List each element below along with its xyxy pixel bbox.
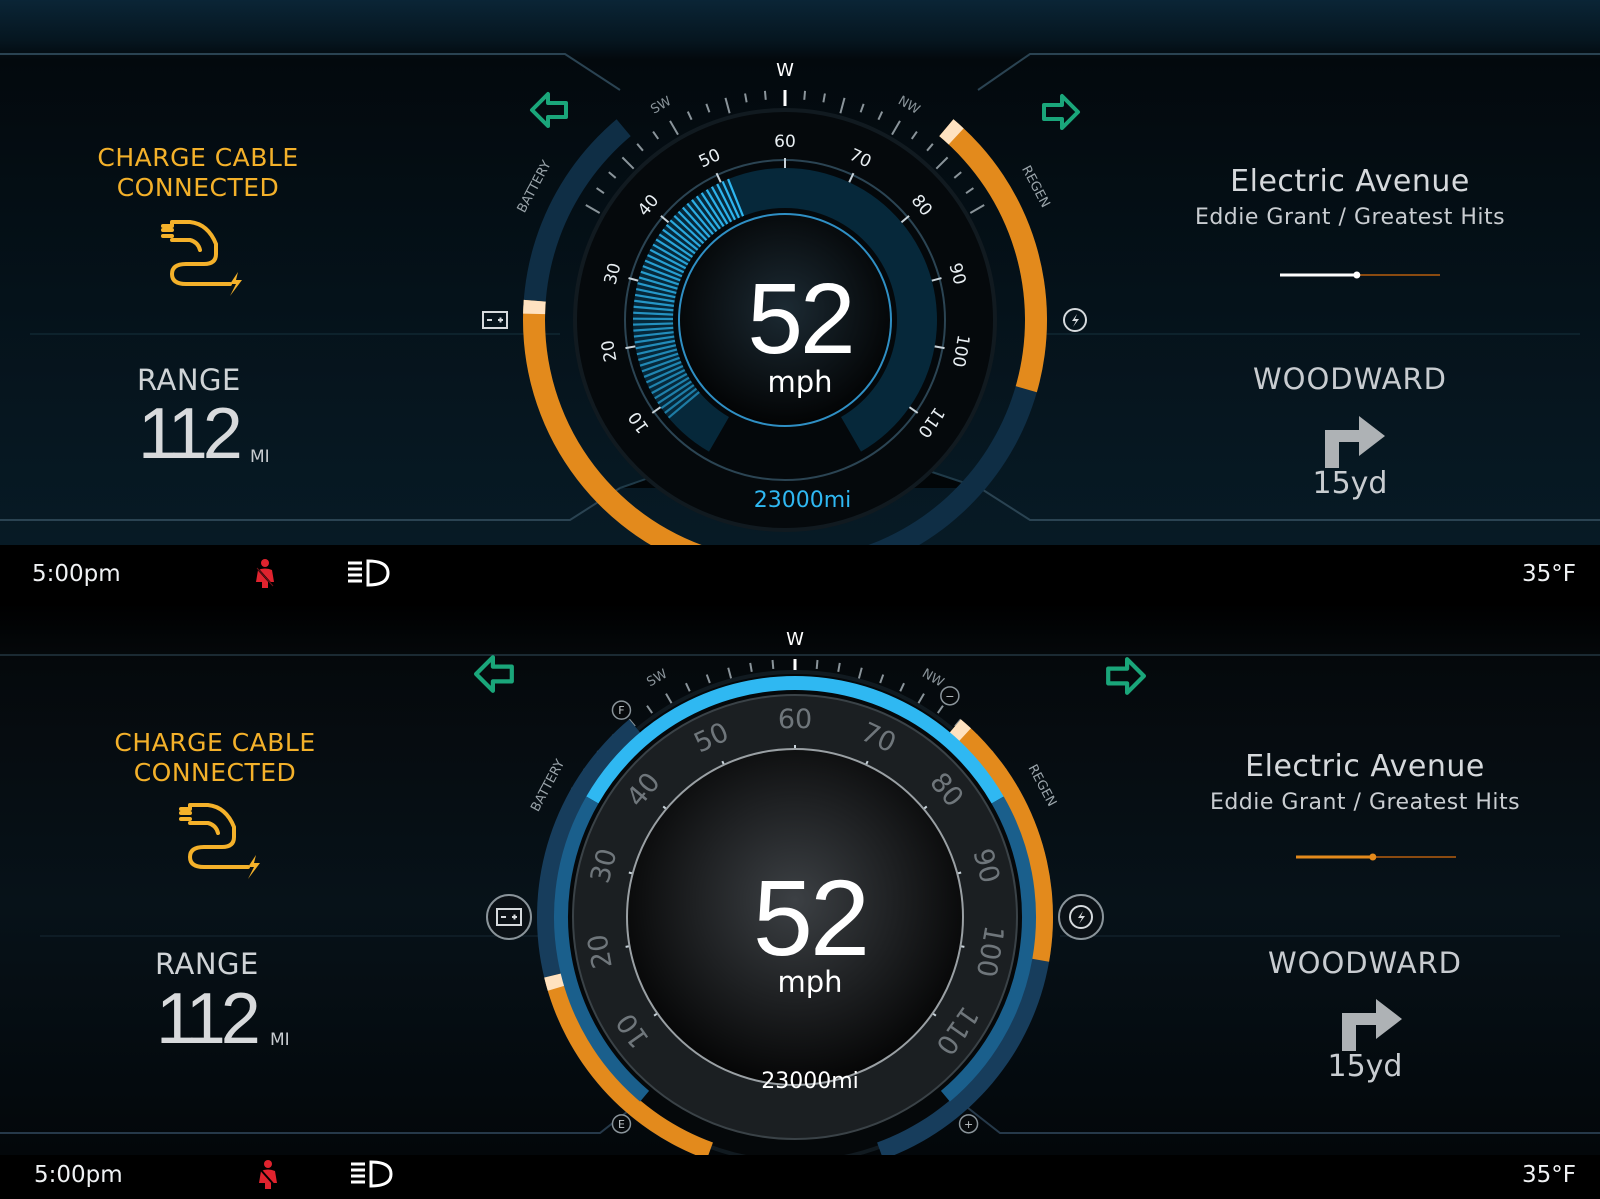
outside-temperature: 35°F <box>1522 1162 1576 1188</box>
compass-label: NW <box>895 94 922 118</box>
odometer: 23000mi <box>761 1069 859 1094</box>
meter-marker-label: E <box>618 1118 625 1131</box>
compass-tick <box>877 111 884 121</box>
compass-tick <box>705 674 711 684</box>
compass-tick <box>621 156 635 170</box>
regen-icon <box>1058 894 1104 940</box>
regen-label: REGEN <box>1025 762 1059 809</box>
meter-marker-label: + <box>964 1118 973 1131</box>
odometer: 23000mi <box>753 488 852 513</box>
battery-icon-signs <box>487 317 503 323</box>
speed-tick-label: 60 <box>774 132 796 152</box>
speed-sweep-segment <box>633 322 674 326</box>
compass-label: NW <box>919 666 946 690</box>
regen-icon-bolt <box>1072 314 1079 327</box>
status-bar-bottom: 5:00pm 35°F <box>0 1155 1600 1199</box>
compass-label: W <box>776 60 794 81</box>
compass-tick <box>585 204 601 214</box>
speed-readout: 52 <box>752 857 870 978</box>
compass-tick <box>771 659 775 670</box>
speed-tick-label: 20 <box>582 932 618 971</box>
battery-meter-tip <box>523 299 546 315</box>
compass-tick <box>899 682 905 692</box>
compass-tick <box>859 103 865 113</box>
compass-label: SW <box>644 667 670 691</box>
nav-distance: 15yd <box>1327 1049 1403 1084</box>
compass-tick <box>937 705 944 714</box>
nav-street-name: WOODWARD <box>1267 946 1463 980</box>
compass-tick <box>686 111 693 121</box>
media-artist-album: Eddie Grant / Greatest Hits <box>1209 790 1521 815</box>
compass-tick <box>822 93 826 103</box>
media-song-title: Electric Avenue <box>1245 749 1485 784</box>
cluster-bottom: CHARGE CABLE CONNECTED RANGE 112 MI W SW N… <box>0 603 1600 1164</box>
outside-temperature: 35°F <box>1522 561 1576 587</box>
meter-marker-label: − <box>945 690 954 703</box>
compass-tick <box>763 90 767 100</box>
media-song-title: Electric Avenue <box>1230 164 1470 199</box>
compass-tick <box>803 90 807 100</box>
compass-tick <box>724 97 731 114</box>
compass-tick <box>596 187 605 195</box>
nav-street-name: WOODWARD <box>1252 362 1448 396</box>
compass-tick <box>839 97 846 114</box>
headlight-icon <box>348 559 390 587</box>
battery-icon-ring <box>486 894 532 940</box>
battery-icon <box>486 894 532 940</box>
compass-tick <box>910 131 918 140</box>
compass-tick <box>669 120 679 136</box>
compass-tick <box>652 131 660 140</box>
speed-tick-label: 60 <box>778 704 812 735</box>
turn-right-icon <box>1342 999 1402 1051</box>
regen-icon <box>1063 308 1087 332</box>
compass-tick <box>749 662 753 672</box>
speed-tick-label: 20 <box>598 339 621 364</box>
compass-tick <box>837 662 841 672</box>
compass-tick <box>879 674 885 684</box>
compass-label: W <box>786 629 804 650</box>
compass-tick <box>705 103 711 113</box>
meter-marker-label: F <box>618 704 624 717</box>
nav-distance: 15yd <box>1312 466 1388 501</box>
speed-readout: 52 <box>747 263 855 375</box>
clock: 5:00pm <box>34 1162 123 1188</box>
compass-tick <box>965 187 974 195</box>
compass-tick <box>815 659 819 670</box>
clock: 5:00pm <box>32 561 121 587</box>
seatbelt-warning-icon <box>256 559 274 588</box>
media-progress-bar[interactable] <box>1296 852 1456 862</box>
battery-icon-body <box>482 311 508 329</box>
compass-tick <box>891 120 901 136</box>
compass-tick <box>744 93 748 103</box>
compass-tick <box>646 705 653 714</box>
media-artist-album: Eddie Grant / Greatest Hits <box>1194 205 1506 230</box>
battery-icon <box>482 311 508 329</box>
speed-unit: mph <box>767 365 833 399</box>
compass-tick <box>953 171 962 179</box>
compass-tick <box>969 204 985 214</box>
compass-tick <box>926 143 934 152</box>
status-bar-top: 5:00pm 35°F <box>0 545 1600 603</box>
compass-tick <box>935 156 949 170</box>
media-progress-bar[interactable] <box>1280 270 1440 280</box>
compass-label: SW <box>648 94 674 118</box>
headlight-icon <box>351 1160 393 1188</box>
compass-tick <box>685 682 691 692</box>
cluster-top: CHARGE CABLE CONNECTED RANGE 112 MI W SW N… <box>0 0 1600 567</box>
speed-unit: mph <box>777 965 843 999</box>
seatbelt-warning-icon <box>259 1160 277 1189</box>
compass-tick <box>636 143 644 152</box>
turn-right-icon <box>1325 416 1385 468</box>
regen-label: REGEN <box>1018 163 1052 210</box>
compass-tick <box>608 171 617 179</box>
